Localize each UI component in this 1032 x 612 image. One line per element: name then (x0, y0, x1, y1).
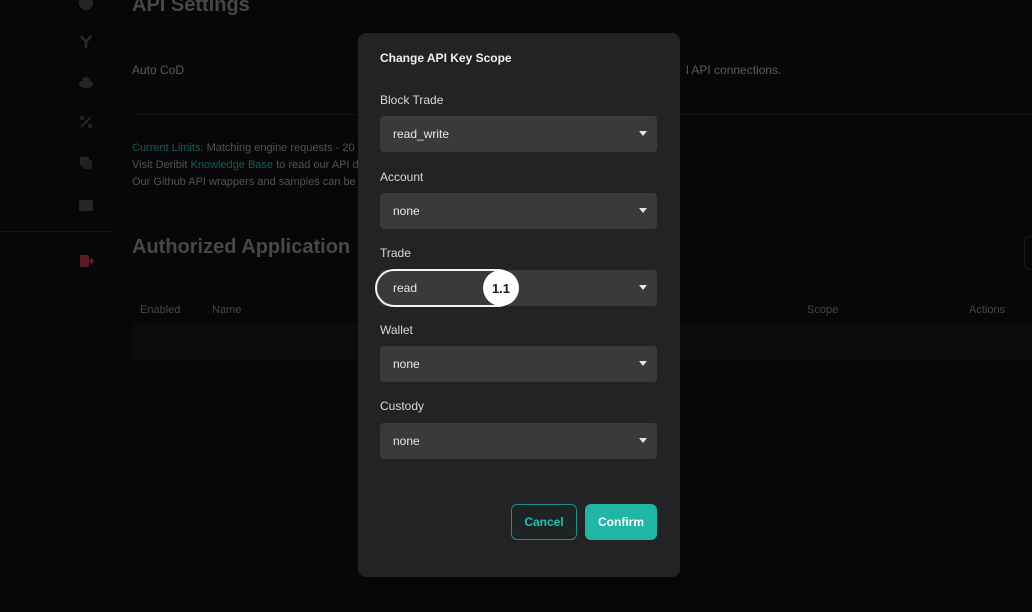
block-trade-value: read_write (393, 127, 450, 141)
confirm-button[interactable]: Confirm (585, 504, 657, 540)
chevron-down-icon (639, 438, 647, 443)
account-label: Account (380, 170, 424, 184)
trade-label: Trade (380, 246, 411, 260)
chevron-down-icon (639, 208, 647, 213)
wallet-value: none (393, 357, 420, 371)
block-trade-label: Block Trade (380, 93, 444, 107)
cancel-button[interactable]: Cancel (511, 504, 577, 540)
custody-select[interactable]: none (380, 423, 657, 459)
chevron-down-icon (639, 285, 647, 290)
custody-value: none (393, 434, 420, 448)
dialog-title: Change API Key Scope (380, 51, 512, 65)
custody-label: Custody (380, 399, 425, 413)
account-select[interactable]: none (380, 193, 657, 229)
step-badge: 1.1 (483, 270, 519, 306)
block-trade-select[interactable]: read_write (380, 116, 657, 152)
chevron-down-icon (639, 361, 647, 366)
wallet-select[interactable]: none (380, 346, 657, 382)
chevron-down-icon (639, 131, 647, 136)
wallet-label: Wallet (380, 323, 413, 337)
change-scope-dialog: Change API Key Scope Block Trade read_wr… (358, 33, 680, 577)
trade-value: read (393, 281, 418, 295)
account-value: none (393, 204, 420, 218)
